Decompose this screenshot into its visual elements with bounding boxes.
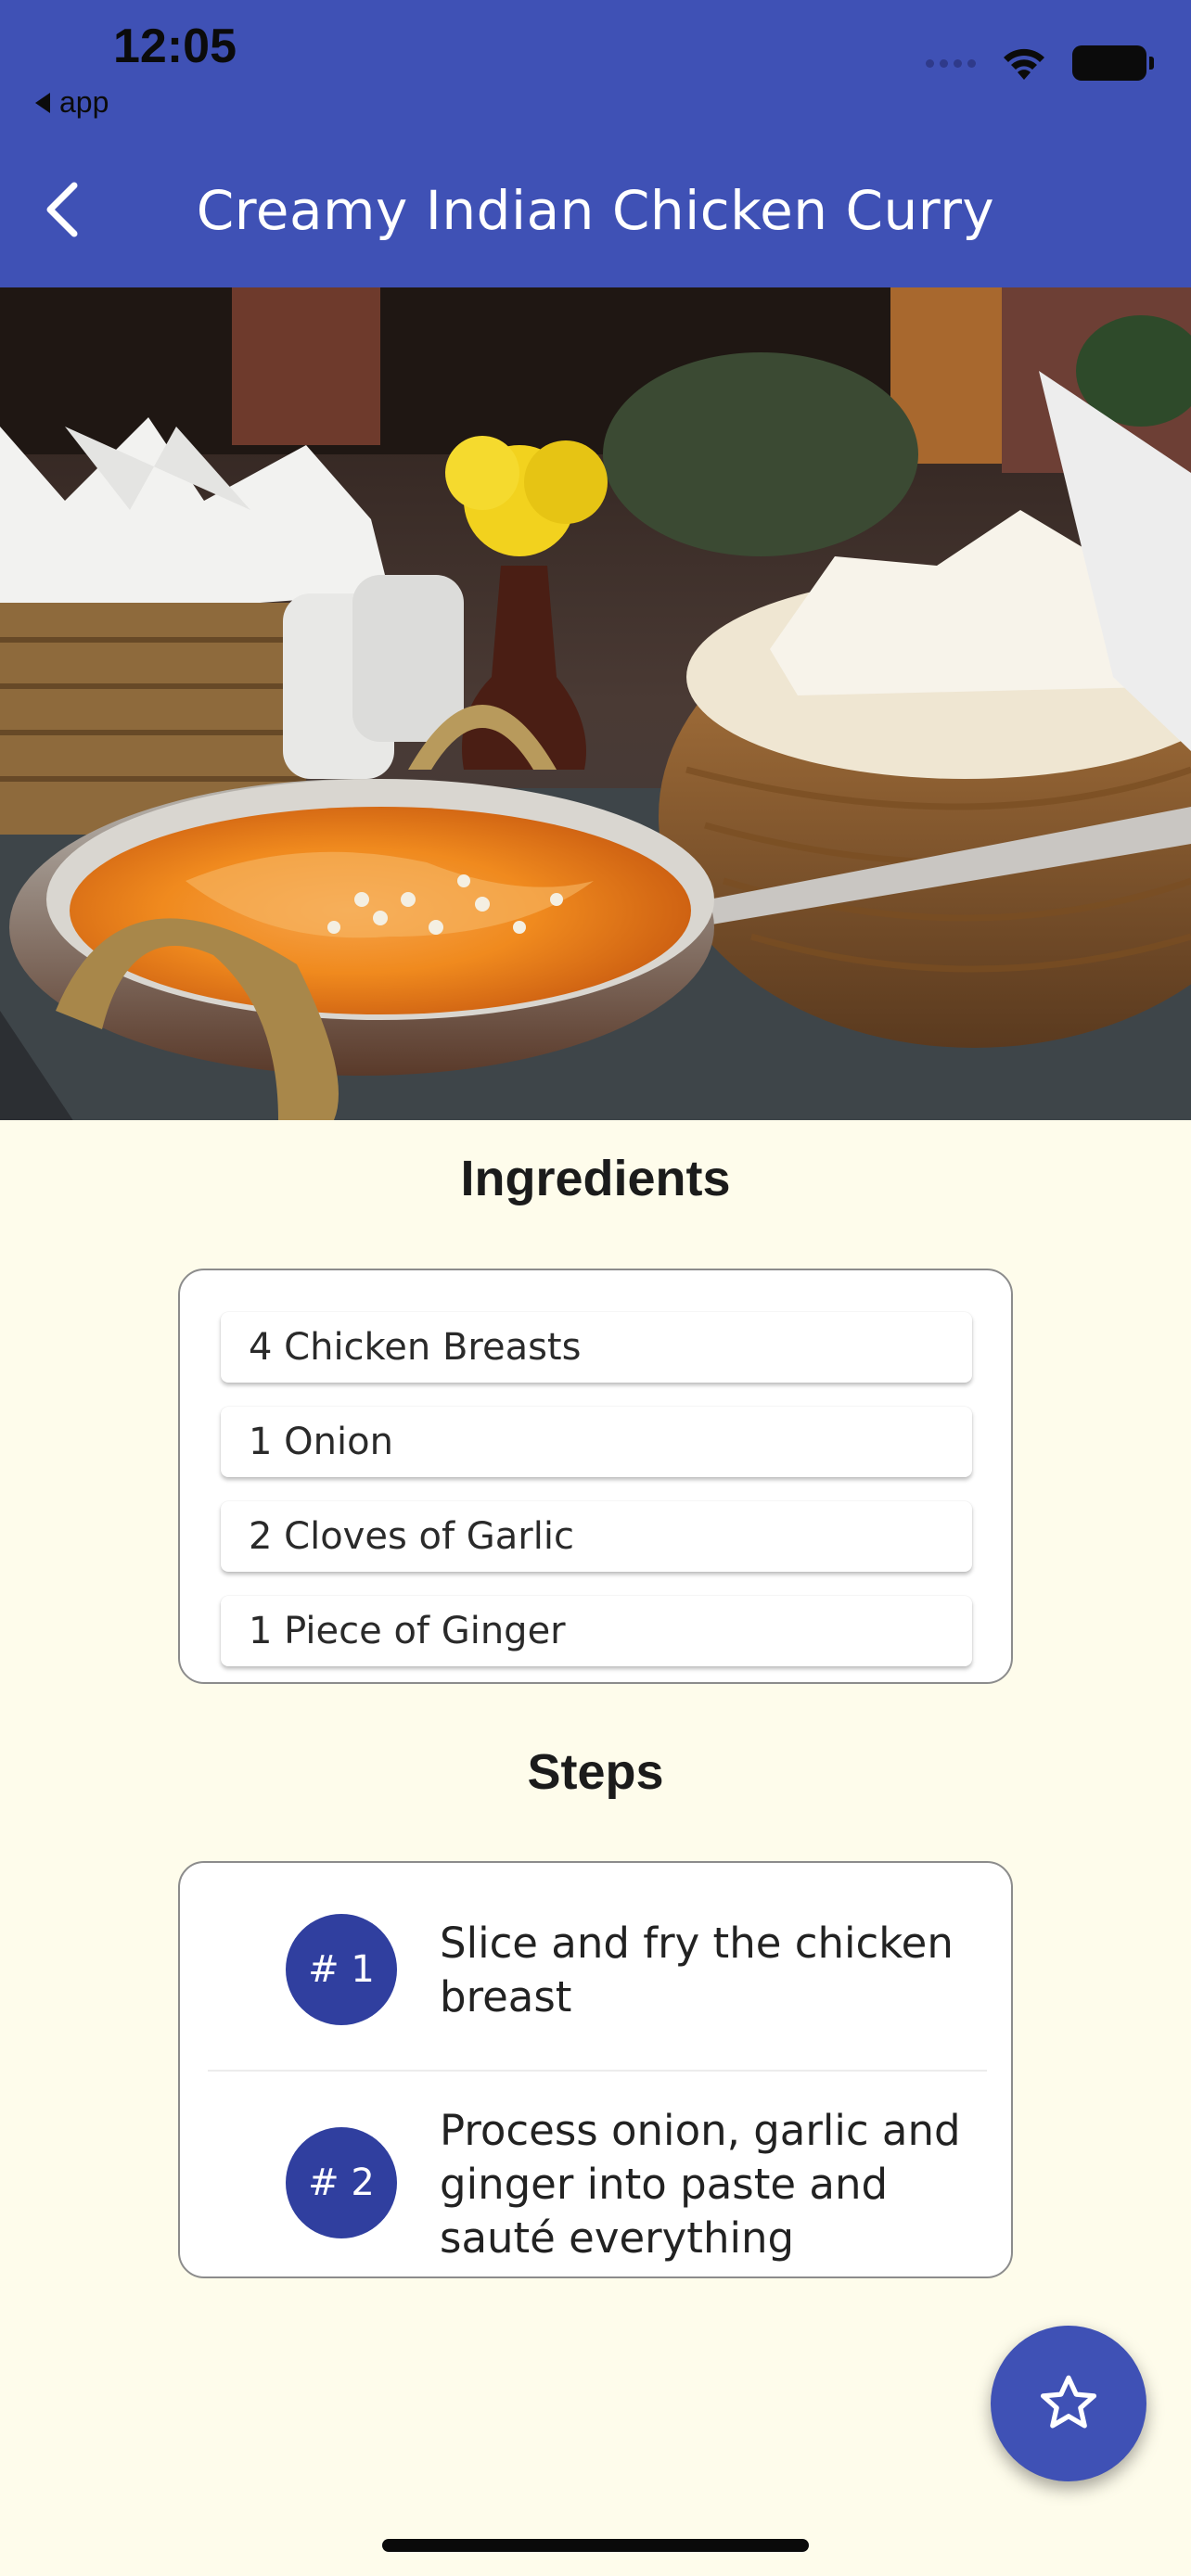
cellular-signal-icon bbox=[926, 58, 976, 68]
battery-icon bbox=[1072, 45, 1154, 81]
back-triangle-icon bbox=[35, 92, 50, 113]
back-to-app-link[interactable]: app bbox=[35, 85, 109, 120]
status-indicators bbox=[926, 45, 1154, 82]
back-to-app-label: app bbox=[59, 85, 109, 119]
page-title: Creamy Indian Chicken Curry bbox=[196, 179, 995, 242]
star-outline-icon bbox=[1040, 2375, 1097, 2429]
status-time: 12:05 bbox=[113, 19, 237, 73]
ingredient-item: 1 Piece of Ginger bbox=[221, 1596, 972, 1666]
recipe-photo bbox=[0, 287, 1191, 1120]
ingredient-item: 4 Chicken Breasts bbox=[221, 1312, 972, 1383]
ingredients-title: Ingredients bbox=[460, 1151, 731, 1206]
step-number-badge: # 1 bbox=[286, 1914, 397, 2025]
ingredient-item: 1 Onion bbox=[221, 1407, 972, 1477]
step-item: # 2 Process onion, garlic and ginger int… bbox=[208, 2072, 987, 2276]
step-number-badge: # 2 bbox=[286, 2127, 397, 2238]
ingredient-item: 2 Cloves of Garlic bbox=[221, 1501, 972, 1572]
wifi-icon bbox=[1004, 48, 1044, 80]
steps-title: Steps bbox=[527, 1744, 664, 1800]
favorite-button[interactable] bbox=[991, 2326, 1146, 2481]
home-indicator[interactable] bbox=[382, 2539, 809, 2552]
step-text: Slice and fry the chicken breast bbox=[440, 1919, 954, 2021]
steps-list[interactable]: # 1 Slice and fry the chicken breast # 2… bbox=[178, 1861, 1013, 2278]
step-text: Process onion, garlic and ginger into pa… bbox=[440, 2106, 961, 2263]
app-bar: 12:05 app Creamy Indian Chicken Curry bbox=[0, 0, 1191, 287]
ingredients-list[interactable]: 4 Chicken Breasts 1 Onion 2 Cloves of Ga… bbox=[178, 1269, 1013, 1684]
step-item: # 1 Slice and fry the chicken breast bbox=[208, 1863, 987, 2072]
